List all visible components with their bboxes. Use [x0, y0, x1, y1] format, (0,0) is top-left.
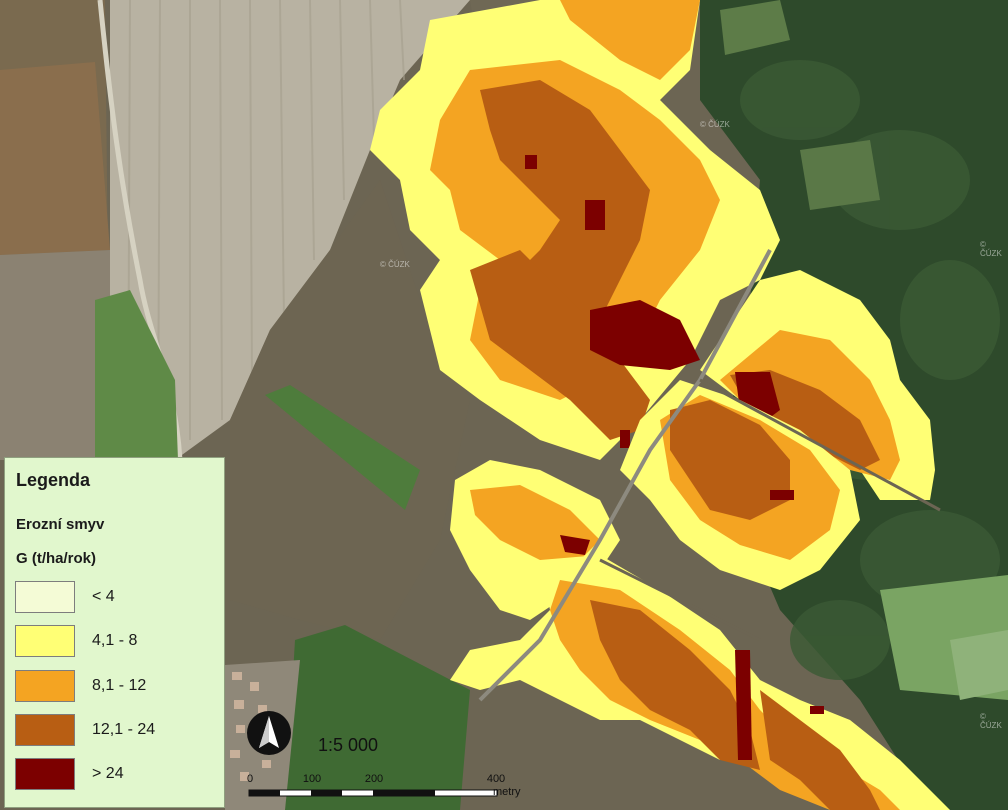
legend-subtitle: Erozní smyv — [16, 516, 105, 533]
legend-unit: G (t/ha/rok) — [16, 550, 97, 567]
watermark-text: © ČÚZK — [980, 240, 1002, 258]
scale-bar-graphic — [248, 789, 498, 797]
legend-item-label: 8,1 - 12 — [92, 677, 147, 694]
legend-title: Legenda — [16, 470, 91, 490]
legend-item: > 24 — [15, 758, 215, 792]
scale-bar: 0 100 200 400 — [246, 773, 648, 809]
north-arrow-icon — [246, 710, 292, 756]
legend-item: 8,1 - 12 — [15, 670, 215, 704]
scale-tick-label: 200 — [364, 773, 384, 785]
scale-tick-label: 0 — [246, 773, 254, 785]
legend-item-label: 12,1 - 24 — [92, 721, 156, 738]
map-legend: Legenda Erozní smyv G (t/ha/rok) < 4 4,1… — [4, 457, 225, 808]
legend-item-label: > 24 — [92, 765, 124, 782]
legend-swatch — [15, 625, 75, 657]
watermark-text: © ČÚZK — [700, 120, 730, 129]
legend-swatch — [15, 714, 75, 746]
legend-item-label: < 4 — [92, 588, 115, 605]
legend-item: 12,1 - 24 — [15, 714, 215, 748]
legend-swatch — [15, 581, 75, 613]
scale-ratio: 1:5 000 — [318, 735, 379, 755]
watermark-text: © ČÚZK — [980, 712, 1002, 730]
legend-swatch — [15, 670, 75, 702]
scale-unit-label: metry — [493, 786, 521, 798]
scale-tick-label: 400 — [486, 773, 506, 785]
legend-item-label: 4,1 - 8 — [92, 632, 138, 649]
watermark-text: © ČÚZK — [380, 260, 410, 269]
legend-item: < 4 — [15, 581, 215, 615]
legend-item: 4,1 - 8 — [15, 625, 215, 659]
legend-swatch — [15, 758, 75, 790]
scale-tick-label: 100 — [302, 773, 322, 785]
